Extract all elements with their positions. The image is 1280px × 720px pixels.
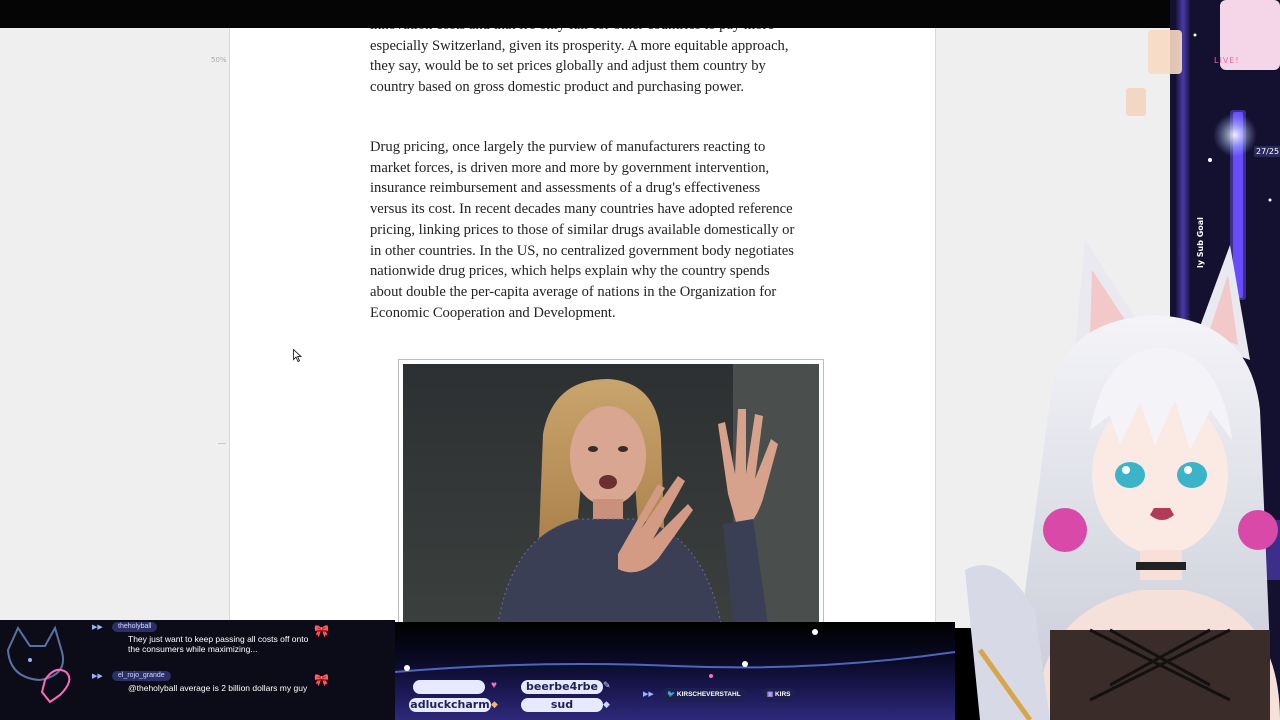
article-photo: [403, 364, 819, 624]
ruler-tick: [218, 443, 226, 444]
stream-alerts-bar: beerbe4rbe adluckcharm sud ♥ ◆ ✎ ◆ ▶▶ 🐦 …: [395, 622, 955, 720]
vtuber-avatar: [940, 230, 1280, 720]
play-arrow-icon: ▶▶: [643, 691, 654, 698]
stream-chat: ▶▶ theholyball 🎀 They just want to keep …: [0, 620, 395, 720]
play-arrow-icon: ▶▶: [92, 673, 103, 680]
alert-name-pill: adluckcharm: [409, 698, 491, 712]
chat-mascot-icon: [0, 620, 92, 720]
alert-name-pill: sud: [521, 698, 603, 712]
article-page: innovation costs and that it's only fair…: [229, 28, 936, 624]
article-photo-frame[interactable]: [398, 359, 824, 624]
alert-name-pill-blank: [413, 680, 485, 694]
article-paragraph-pricing-fairness: innovation costs and that it's only fair…: [370, 28, 789, 96]
diamond-icon: ◆: [491, 699, 498, 709]
diamond-icon: ◆: [603, 699, 610, 709]
sub-goal-label: ly Sub Goal: [1196, 217, 1205, 268]
chat-text: @theholyball average is 2 billion dollar…: [128, 683, 308, 693]
chat-text: They just want to keep passing all costs…: [128, 634, 309, 654]
play-arrow-icon: ▶▶: [92, 624, 103, 631]
twitch-icon: ▣: [767, 691, 775, 698]
live-badge: LIVE!: [1214, 56, 1240, 65]
article-paragraph-drug-pricing: Drug pricing, once largely the purview o…: [370, 139, 795, 321]
social-handle-twitch[interactable]: ▣ KIRS: [761, 688, 797, 702]
chat-username: el_rojo_grande: [112, 671, 171, 681]
mouse-cursor-icon: [293, 349, 302, 362]
chat-username: theholyball: [112, 622, 158, 632]
stream-top-bar: [0, 0, 1280, 28]
sub-goal-count: 27/25: [1254, 146, 1280, 157]
zoom-ruler-label: 50%: [211, 56, 227, 64]
social-handle-twitter[interactable]: 🐦 KIRSCHEVERSTAHL: [661, 688, 747, 702]
alert-name-pill: beerbe4rbe: [521, 680, 603, 694]
pencil-icon: ✎: [603, 680, 611, 690]
heart-icon: ♥: [491, 680, 497, 691]
twitter-icon: 🐦: [667, 691, 677, 698]
